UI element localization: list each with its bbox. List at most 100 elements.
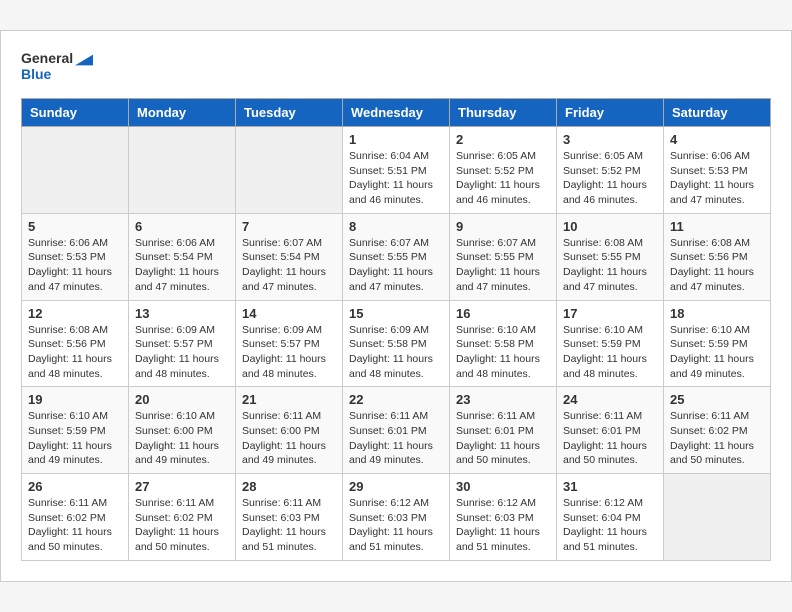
calendar-cell: 16Sunrise: 6:10 AMSunset: 5:58 PMDayligh…	[450, 300, 557, 387]
day-info: Sunrise: 6:09 AMSunset: 5:57 PMDaylight:…	[135, 323, 229, 382]
day-number: 20	[135, 392, 229, 407]
day-info: Sunrise: 6:09 AMSunset: 5:58 PMDaylight:…	[349, 323, 443, 382]
day-number: 22	[349, 392, 443, 407]
day-number: 5	[28, 219, 122, 234]
day-info: Sunrise: 6:08 AMSunset: 5:56 PMDaylight:…	[670, 236, 764, 295]
day-number: 16	[456, 306, 550, 321]
calendar-cell: 15 Sunrise: 6:09 AMSunset: 5:58 PMDayligh…	[343, 300, 450, 387]
weekday-header-tuesday: Tuesday	[236, 99, 343, 127]
day-number: 19	[28, 392, 122, 407]
calendar-cell: 7Sunrise: 6:07 AMSunset: 5:54 PMDaylight…	[236, 213, 343, 300]
day-info: Sunrise: 6:04 AMSunset: 5:51 PMDaylight:…	[349, 149, 443, 208]
calendar-cell: 18Sunrise: 6:10 AMSunset: 5:59 PMDayligh…	[664, 300, 771, 387]
day-number: 14	[242, 306, 336, 321]
day-number: 3	[563, 132, 657, 147]
day-number: 24	[563, 392, 657, 407]
day-info: Sunrise: 6:08 AMSunset: 5:55 PMDaylight:…	[563, 236, 657, 295]
day-info: Sunrise: 6:07 AMSunset: 5:54 PMDaylight:…	[242, 236, 336, 295]
day-number: 26	[28, 479, 122, 494]
day-info: Sunrise: 6:11 AMSunset: 6:00 PMDaylight:…	[242, 409, 336, 468]
calendar-cell	[22, 127, 129, 214]
day-number: 18	[670, 306, 764, 321]
day-info: Sunrise: 6:05 AMSunset: 5:52 PMDaylight:…	[456, 149, 550, 208]
day-info: Sunrise: 6:05 AMSunset: 5:52 PMDaylight:…	[563, 149, 657, 208]
weekday-header-wednesday: Wednesday	[343, 99, 450, 127]
calendar-cell: 17 Sunrise: 6:10 AMSunset: 5:59 PMDayligh…	[557, 300, 664, 387]
day-number: 6	[135, 219, 229, 234]
day-number: 28	[242, 479, 336, 494]
day-info: Sunrise: 6:09 AMSunset: 5:57 PMDaylight:…	[242, 323, 336, 382]
weekday-header-friday: Friday	[557, 99, 664, 127]
day-info: Sunrise: 6:06 AMSunset: 5:54 PMDaylight:…	[135, 236, 229, 295]
week-row-2: 5 Sunrise: 6:06 AMSunset: 5:53 PMDaylight…	[22, 213, 771, 300]
calendar-cell: 23 Sunrise: 6:11 AMSunset: 6:01 PMDayligh…	[450, 387, 557, 474]
week-row-5: 26 Sunrise: 6:11 AMSunset: 6:02 PMDayligh…	[22, 474, 771, 561]
day-number: 8	[349, 219, 443, 234]
day-number: 31	[563, 479, 657, 494]
day-info: Sunrise: 6:11 AMSunset: 6:01 PMDaylight:…	[349, 409, 443, 468]
day-number: 30	[456, 479, 550, 494]
weekday-header-row: SundayMondayTuesdayWednesdayThursdayFrid…	[22, 99, 771, 127]
calendar-header: General Blue	[21, 51, 771, 82]
day-info: Sunrise: 6:12 AMSunset: 6:04 PMDaylight:…	[563, 496, 657, 555]
day-number: 11	[670, 219, 764, 234]
day-number: 1	[349, 132, 443, 147]
calendar-cell	[236, 127, 343, 214]
weekday-header-thursday: Thursday	[450, 99, 557, 127]
calendar-cell: 31 Sunrise: 6:12 AMSunset: 6:04 PMDayligh…	[557, 474, 664, 561]
day-info: Sunrise: 6:10 AMSunset: 5:59 PMDaylight:…	[563, 323, 657, 382]
calendar-cell: 24 Sunrise: 6:11 AMSunset: 6:01 PMDayligh…	[557, 387, 664, 474]
day-info: Sunrise: 6:06 AMSunset: 5:53 PMDaylight:…	[670, 149, 764, 208]
calendar-cell: 9 Sunrise: 6:07 AMSunset: 5:55 PMDaylight…	[450, 213, 557, 300]
day-info: Sunrise: 6:08 AMSunset: 5:56 PMDaylight:…	[28, 323, 122, 382]
week-row-1: 1 Sunrise: 6:04 AMSunset: 5:51 PMDaylight…	[22, 127, 771, 214]
calendar-cell: 21 Sunrise: 6:11 AMSunset: 6:00 PMDayligh…	[236, 387, 343, 474]
calendar-cell: 11 Sunrise: 6:08 AMSunset: 5:56 PMDayligh…	[664, 213, 771, 300]
day-number: 15	[349, 306, 443, 321]
calendar-cell: 2Sunrise: 6:05 AMSunset: 5:52 PMDaylight…	[450, 127, 557, 214]
calendar-table: SundayMondayTuesdayWednesdayThursdayFrid…	[21, 98, 771, 561]
weekday-header-saturday: Saturday	[664, 99, 771, 127]
calendar-cell: 8 Sunrise: 6:07 AMSunset: 5:55 PMDaylight…	[343, 213, 450, 300]
calendar-cell	[129, 127, 236, 214]
calendar-cell: 29Sunrise: 6:12 AMSunset: 6:03 PMDayligh…	[343, 474, 450, 561]
calendar-cell: 20Sunrise: 6:10 AMSunset: 6:00 PMDayligh…	[129, 387, 236, 474]
day-number: 17	[563, 306, 657, 321]
day-info: Sunrise: 6:07 AMSunset: 5:55 PMDaylight:…	[456, 236, 550, 295]
day-number: 27	[135, 479, 229, 494]
calendar-cell: 26 Sunrise: 6:11 AMSunset: 6:02 PMDayligh…	[22, 474, 129, 561]
calendar-cell: 30Sunrise: 6:12 AMSunset: 6:03 PMDayligh…	[450, 474, 557, 561]
calendar-cell: 28 Sunrise: 6:11 AMSunset: 6:03 PMDayligh…	[236, 474, 343, 561]
day-info: Sunrise: 6:06 AMSunset: 5:53 PMDaylight:…	[28, 236, 122, 295]
day-info: Sunrise: 6:10 AMSunset: 5:59 PMDaylight:…	[28, 409, 122, 468]
day-info: Sunrise: 6:11 AMSunset: 6:01 PMDaylight:…	[456, 409, 550, 468]
calendar-cell: 19 Sunrise: 6:10 AMSunset: 5:59 PMDayligh…	[22, 387, 129, 474]
calendar-cell: 3 Sunrise: 6:05 AMSunset: 5:52 PMDaylight…	[557, 127, 664, 214]
calendar-cell: 6 Sunrise: 6:06 AMSunset: 5:54 PMDaylight…	[129, 213, 236, 300]
day-info: Sunrise: 6:07 AMSunset: 5:55 PMDaylight:…	[349, 236, 443, 295]
day-number: 10	[563, 219, 657, 234]
logo-text: General Blue	[21, 51, 93, 82]
day-number: 23	[456, 392, 550, 407]
day-number: 12	[28, 306, 122, 321]
calendar-cell: 22 Sunrise: 6:11 AMSunset: 6:01 PMDayligh…	[343, 387, 450, 474]
day-info: Sunrise: 6:11 AMSunset: 6:02 PMDaylight:…	[28, 496, 122, 555]
day-number: 13	[135, 306, 229, 321]
day-number: 4	[670, 132, 764, 147]
calendar-cell	[664, 474, 771, 561]
calendar-container: General Blue SundayMondayTuesdayWednesda…	[0, 30, 792, 582]
calendar-cell: 14 Sunrise: 6:09 AMSunset: 5:57 PMDayligh…	[236, 300, 343, 387]
calendar-cell: 5 Sunrise: 6:06 AMSunset: 5:53 PMDaylight…	[22, 213, 129, 300]
day-info: Sunrise: 6:11 AMSunset: 6:01 PMDaylight:…	[563, 409, 657, 468]
day-info: Sunrise: 6:12 AMSunset: 6:03 PMDaylight:…	[349, 496, 443, 555]
day-info: Sunrise: 6:11 AMSunset: 6:02 PMDaylight:…	[135, 496, 229, 555]
day-info: Sunrise: 6:11 AMSunset: 6:02 PMDaylight:…	[670, 409, 764, 468]
week-row-4: 19 Sunrise: 6:10 AMSunset: 5:59 PMDayligh…	[22, 387, 771, 474]
logo: General Blue	[21, 51, 93, 82]
calendar-cell: 10 Sunrise: 6:08 AMSunset: 5:55 PMDayligh…	[557, 213, 664, 300]
week-row-3: 12 Sunrise: 6:08 AMSunset: 5:56 PMDayligh…	[22, 300, 771, 387]
calendar-cell: 12 Sunrise: 6:08 AMSunset: 5:56 PMDayligh…	[22, 300, 129, 387]
day-info: Sunrise: 6:11 AMSunset: 6:03 PMDaylight:…	[242, 496, 336, 555]
day-number: 21	[242, 392, 336, 407]
day-number: 9	[456, 219, 550, 234]
